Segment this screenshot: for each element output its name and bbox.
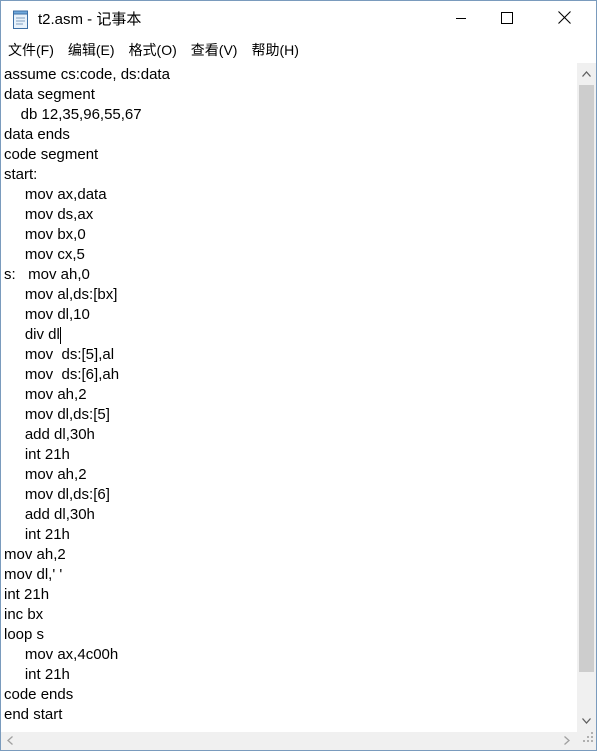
scroll-up-arrow-icon: [582, 64, 591, 82]
code-line: db 12,35,96,55,67: [4, 106, 142, 123]
scroll-left-button[interactable]: [1, 732, 19, 750]
code-line: mov al,ds:[bx]: [4, 286, 118, 303]
code-line: mov ds:[5],al: [4, 346, 115, 363]
vertical-scrollbar[interactable]: [577, 63, 596, 732]
text-editor-area[interactable]: assume cs:code, ds:data data segment db 1…: [1, 63, 577, 732]
code-line: int 21h: [4, 446, 70, 463]
code-line: code ends: [4, 686, 74, 703]
scroll-right-arrow-icon: [564, 732, 570, 750]
window-title: t2.asm - 记事本: [38, 10, 142, 28]
code-line: start:: [4, 166, 38, 183]
vertical-scroll-thumb[interactable]: [579, 85, 594, 672]
code-line: data ends: [4, 126, 70, 143]
code-line: int 21h: [4, 586, 50, 603]
code-line: mov dl,10: [4, 306, 90, 323]
code-line: s: mov ah,0: [4, 266, 90, 283]
code-line: assume cs:code, ds:data: [4, 66, 170, 83]
title-bar[interactable]: t2.asm - 记事本: [1, 1, 596, 38]
code-line: add dl,30h: [4, 426, 95, 443]
menu-item[interactable]: 编辑(E): [61, 38, 122, 63]
code-line: mov ah,2: [4, 386, 87, 403]
code-line: mov ax,4c00h: [4, 646, 119, 663]
menu-bar: 文件(F) 编辑(E) 格式(O) 查看(V) 帮助(H): [1, 38, 596, 63]
code-line: int 21h: [4, 666, 70, 683]
minimize-button[interactable]: [438, 1, 484, 38]
minimize-icon: [455, 11, 467, 29]
scroll-down-arrow-icon: [582, 711, 591, 729]
scroll-right-button[interactable]: [558, 732, 576, 750]
code-line: mov ah,2: [4, 546, 66, 563]
code-line: end start: [4, 706, 63, 723]
menu-item[interactable]: 格式(O): [122, 38, 184, 63]
code-line: loop s: [4, 626, 45, 643]
code-line: mov ds:[6],ah: [4, 366, 120, 383]
code-line: mov dl,ds:[5]: [4, 406, 110, 423]
menu-item[interactable]: 文件(F): [1, 38, 61, 63]
close-button[interactable]: [541, 1, 587, 38]
maximize-icon: [501, 11, 513, 29]
code-line: mov ds,ax: [4, 206, 94, 223]
scroll-down-button[interactable]: [577, 710, 596, 730]
scroll-left-arrow-icon: [7, 732, 13, 750]
code-line: mov ax,data: [4, 186, 107, 203]
notepad-icon: [12, 10, 30, 30]
scrollbar-corner: [577, 732, 596, 750]
notepad-window: t2.asm - 记事本 文件(F) 编辑(E) 格式(O) 查看(V) 帮助(H) a…: [0, 0, 597, 751]
code-line: mov dl,ds:[6]: [4, 486, 110, 503]
code-line: int 21h: [4, 526, 70, 543]
menu-item[interactable]: 查看(V): [184, 38, 245, 63]
code-line: mov cx,5: [4, 246, 85, 263]
code-line: div dl: [4, 326, 60, 343]
menu-item[interactable]: 帮助(H): [244, 38, 305, 63]
close-icon: [557, 10, 571, 29]
code-line: mov bx,0: [4, 226, 86, 243]
maximize-button[interactable]: [484, 1, 530, 38]
resize-grip-icon[interactable]: [582, 730, 594, 748]
code-line: inc bx: [4, 606, 44, 623]
text-caret: [59, 327, 61, 344]
code-line: data segment: [4, 86, 95, 103]
code-line: mov dl,' ': [4, 566, 63, 583]
code-line: add dl,30h: [4, 506, 95, 523]
scroll-up-button[interactable]: [577, 63, 596, 83]
horizontal-scrollbar[interactable]: [1, 732, 577, 750]
code-line: mov ah,2: [4, 466, 87, 483]
code-line: code segment: [4, 146, 99, 163]
